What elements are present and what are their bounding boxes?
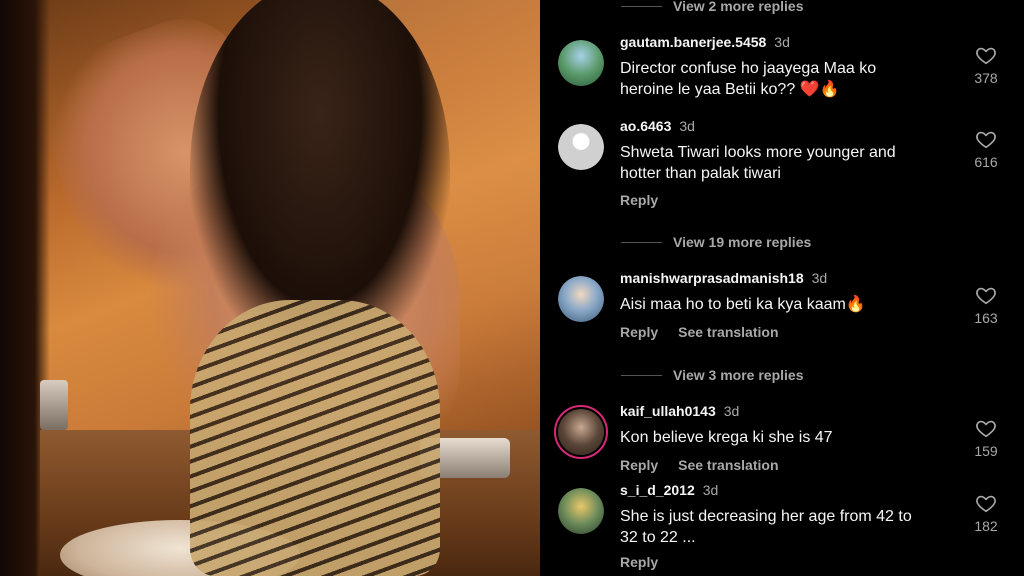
avatar[interactable] xyxy=(558,276,604,322)
comment-text: Aisi maa ho to beti ka kya kaam🔥 xyxy=(620,294,950,315)
comment-time: 3d xyxy=(811,270,828,286)
comments-panel: View 2 more replies gautam.banerjee.5458… xyxy=(540,0,1024,576)
comment-text-line: Shweta Tiwari looks more younger and xyxy=(620,144,896,161)
see-translation-button[interactable]: See translation xyxy=(678,324,778,340)
reply-button[interactable]: Reply xyxy=(620,192,658,208)
avatar[interactable] xyxy=(558,124,604,170)
heart-outline-icon[interactable] xyxy=(975,44,997,66)
comment-text: Director confuse ho jaayega Maa ko heroi… xyxy=(620,58,950,100)
avatar[interactable] xyxy=(558,488,604,534)
divider-line xyxy=(621,241,662,243)
comment-time: 3d xyxy=(679,118,695,134)
comment-header: kaif_ullah0143 3d xyxy=(620,403,739,419)
view-replies-label: View 3 more replies xyxy=(673,367,804,383)
comment-text: She is just decreasing her age from 42 t… xyxy=(620,506,950,548)
username[interactable]: manishwarprasadmanish18 xyxy=(620,270,804,286)
comment-text: Shweta Tiwari looks more younger and hot… xyxy=(620,142,950,184)
view-replies-button[interactable]: View 2 more replies xyxy=(621,0,803,16)
comment-header: ao.6463 3d xyxy=(620,118,695,134)
comment-actions: Reply xyxy=(620,554,658,570)
comment-text-line: Director confuse ho jaayega Maa ko xyxy=(620,60,877,77)
photo-tap xyxy=(40,380,68,430)
username[interactable]: kaif_ullah0143 xyxy=(620,403,716,419)
reply-button[interactable]: Reply xyxy=(620,457,658,473)
like-count: 163 xyxy=(974,310,998,326)
avatar[interactable] xyxy=(558,40,604,86)
photo-dress xyxy=(190,300,440,576)
comment-time: 3d xyxy=(702,482,719,498)
heart-outline-icon[interactable] xyxy=(975,417,997,439)
comment-header: manishwarprasadmanish18 3d xyxy=(620,270,827,286)
username[interactable]: ao.6463 xyxy=(620,118,671,134)
view-replies-label: View 2 more replies xyxy=(673,0,804,14)
like-button[interactable]: 182 xyxy=(970,492,1002,534)
comment-text-line: 32 to 22 ... xyxy=(620,529,696,546)
like-button[interactable]: 163 xyxy=(970,284,1002,326)
like-count: 616 xyxy=(974,154,998,170)
comment-time: 3d xyxy=(774,34,790,50)
heart-outline-icon[interactable] xyxy=(975,128,997,150)
reply-button[interactable]: Reply xyxy=(620,324,658,340)
comment-actions: Reply xyxy=(620,192,658,208)
heart-outline-icon[interactable] xyxy=(975,492,997,514)
comment-text-line: She is just decreasing her age from 42 t… xyxy=(620,508,912,525)
divider-line xyxy=(621,5,662,7)
comment-actions: Reply See translation xyxy=(620,324,779,340)
comment-header: s_i_d_2012 3d xyxy=(620,482,718,498)
like-count: 378 xyxy=(974,70,998,86)
comment-text-line: hotter than palak tiwari xyxy=(620,165,781,182)
comment-text-line: Kon believe krega ki she is 47 xyxy=(620,429,833,446)
view-replies-button[interactable]: View 19 more replies xyxy=(621,232,811,252)
divider-line xyxy=(621,374,662,376)
username[interactable]: s_i_d_2012 xyxy=(620,482,695,498)
avatar-with-story-ring[interactable] xyxy=(554,405,608,459)
like-count: 159 xyxy=(974,443,998,459)
comment-text: Kon believe krega ki she is 47 xyxy=(620,427,950,448)
view-replies-button[interactable]: View 3 more replies xyxy=(621,365,803,385)
comment-text-line: Aisi maa ho to beti ka kya kaam🔥 xyxy=(620,296,866,313)
comment-actions: Reply See translation xyxy=(620,457,779,473)
like-button[interactable]: 159 xyxy=(970,417,1002,459)
like-button[interactable]: 378 xyxy=(970,44,1002,86)
like-button[interactable]: 616 xyxy=(970,128,1002,170)
like-count: 182 xyxy=(974,518,998,534)
username[interactable]: gautam.banerjee.5458 xyxy=(620,34,766,50)
view-replies-label: View 19 more replies xyxy=(673,234,812,250)
comment-header: gautam.banerjee.5458 3d xyxy=(620,34,790,50)
comment-text-line: heroine le yaa Betii ko?? ❤️🔥 xyxy=(620,81,840,98)
post-photo[interactable] xyxy=(0,0,540,576)
see-translation-button[interactable]: See translation xyxy=(678,457,778,473)
reply-button[interactable]: Reply xyxy=(620,554,658,570)
heart-outline-icon[interactable] xyxy=(975,284,997,306)
comment-time: 3d xyxy=(723,403,740,419)
